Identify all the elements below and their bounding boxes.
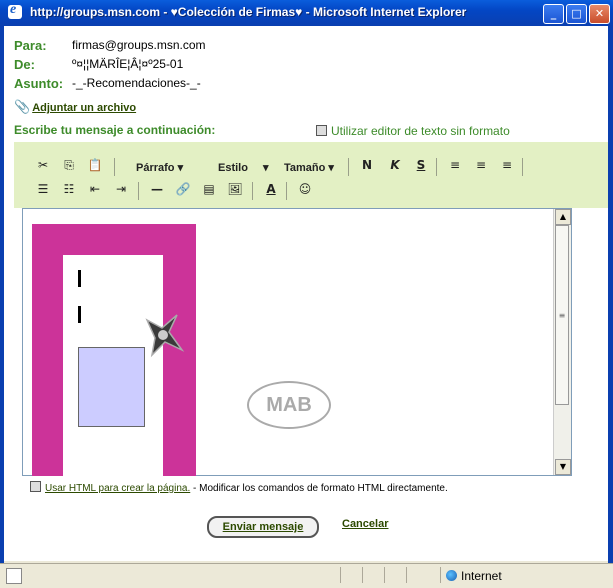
- toolbar-separator: [138, 182, 139, 200]
- minimize-button[interactable]: _: [543, 4, 564, 24]
- emoticon-icon[interactable]: ☺: [296, 182, 314, 200]
- html-mode-link[interactable]: Usar HTML para crear la página.: [45, 483, 190, 494]
- send-message-button[interactable]: Enviar mensaje: [207, 516, 319, 538]
- toolbar-separator: [436, 158, 437, 176]
- zone-label: Internet: [461, 569, 502, 583]
- signature-panel: [63, 255, 163, 476]
- status-bar: Internet: [0, 563, 613, 588]
- editor-scrollbar[interactable]: ▲ ≡ ▼: [553, 209, 571, 475]
- scroll-down-icon[interactable]: ▼: [555, 459, 571, 475]
- html-mode-description: - Modificar los comandos de formato HTML…: [190, 483, 448, 494]
- signature-mark: [78, 270, 81, 287]
- link-icon[interactable]: 🔗: [174, 182, 192, 200]
- from-label: De:: [14, 57, 35, 72]
- chevron-down-icon: ▾: [328, 162, 334, 174]
- paragraph-label: Párrafo: [136, 162, 175, 174]
- star-emblem-icon: [145, 314, 185, 358]
- signature-image: [32, 224, 196, 476]
- subject-value[interactable]: -_-Recomendaciones-_-: [72, 76, 201, 90]
- underline-button[interactable]: S: [412, 158, 430, 176]
- to-label: Para:: [14, 38, 47, 53]
- status-divider: [384, 567, 385, 583]
- status-divider: [440, 567, 441, 583]
- cut-icon[interactable]: ✂: [34, 158, 52, 176]
- hr-icon[interactable]: —: [148, 182, 166, 200]
- table-icon[interactable]: ▤: [200, 182, 218, 200]
- image-icon[interactable]: 🖼: [226, 182, 244, 200]
- copy-icon[interactable]: ⎘: [60, 158, 78, 176]
- status-divider: [406, 567, 407, 583]
- size-dropdown[interactable]: Tamaño ▾: [284, 161, 334, 174]
- toolbar-separator: [252, 182, 253, 200]
- ie-icon: [8, 2, 22, 19]
- chevron-down-icon: ▾: [263, 162, 269, 174]
- editor-toolbar: ✂ ⎘ 📋 Párrafo ▾ Estilo ▾ Tamaño ▾ N K S …: [14, 142, 608, 208]
- numbered-list-icon[interactable]: ☰: [34, 182, 52, 200]
- toolbar-separator: [286, 182, 287, 200]
- window-title: http://groups.msn.com - ♥Colección de Fi…: [30, 5, 467, 19]
- scroll-up-icon[interactable]: ▲: [555, 209, 571, 225]
- toolbar-separator: [348, 158, 349, 176]
- attach-file-link[interactable]: 📎 Adjuntar un archivo: [14, 100, 136, 115]
- outdent-icon[interactable]: ⇤: [86, 182, 104, 200]
- align-left-icon[interactable]: ≡: [446, 158, 464, 176]
- chevron-down-icon: ▾: [177, 162, 184, 174]
- toolbar-separator: [114, 158, 115, 176]
- paperclip-icon: 📎: [14, 100, 31, 115]
- paste-icon[interactable]: 📋: [86, 158, 104, 176]
- title-bar: http://groups.msn.com - ♥Colección de Fi…: [0, 0, 613, 26]
- style-dropdown[interactable]: Estilo ▾: [218, 161, 269, 174]
- scroll-thumb[interactable]: ≡: [555, 225, 569, 405]
- align-right-icon[interactable]: ≡: [498, 158, 516, 176]
- security-zone: Internet: [446, 569, 502, 583]
- bullet-list-icon[interactable]: ☷: [60, 182, 78, 200]
- status-divider: [362, 567, 363, 583]
- size-label: Tamaño: [284, 162, 326, 174]
- plain-editor-label: Utilizar editor de texto sin formato: [331, 124, 510, 138]
- message-editor[interactable]: MAB ▲ ≡ ▼: [22, 208, 572, 476]
- signature-mark: [78, 306, 81, 323]
- window-frame-right: [608, 26, 613, 563]
- write-message-label: Escribe tu mensaje a continuación:: [14, 123, 216, 137]
- bold-button[interactable]: N: [358, 158, 376, 176]
- globe-icon: [446, 570, 457, 581]
- attach-file-label: Adjuntar un archivo: [32, 102, 137, 114]
- signature-box: [78, 347, 145, 427]
- page-content: Para: firmas@groups.msn.com De: º¤¦¦MÄRÎ…: [4, 26, 608, 561]
- page-status-icon: [6, 568, 22, 584]
- font-color-icon[interactable]: A: [262, 182, 280, 200]
- watermark-logo: MAB: [247, 381, 331, 429]
- italic-button[interactable]: K: [386, 158, 404, 176]
- paragraph-dropdown[interactable]: Párrafo ▾: [136, 161, 183, 174]
- style-label: Estilo: [218, 162, 248, 174]
- plain-editor-checkbox[interactable]: [316, 125, 327, 136]
- cancel-link[interactable]: Cancelar: [342, 518, 388, 530]
- from-value: º¤¦¦MÄRÎE¦Â¦¤º25-01: [72, 57, 184, 71]
- html-mode-row: Usar HTML para crear la página. - Modifi…: [30, 481, 448, 494]
- toolbar-separator: [522, 158, 523, 176]
- close-button[interactable]: ✕: [589, 4, 610, 24]
- align-center-icon[interactable]: ≡: [472, 158, 490, 176]
- indent-icon[interactable]: ⇥: [112, 182, 130, 200]
- maximize-button[interactable]: □: [566, 4, 587, 24]
- html-mode-checkbox[interactable]: [30, 481, 41, 492]
- status-divider: [340, 567, 341, 583]
- to-value: firmas@groups.msn.com: [72, 38, 206, 52]
- plain-editor-toggle[interactable]: Utilizar editor de texto sin formato: [316, 124, 510, 138]
- subject-label: Asunto:: [14, 76, 64, 91]
